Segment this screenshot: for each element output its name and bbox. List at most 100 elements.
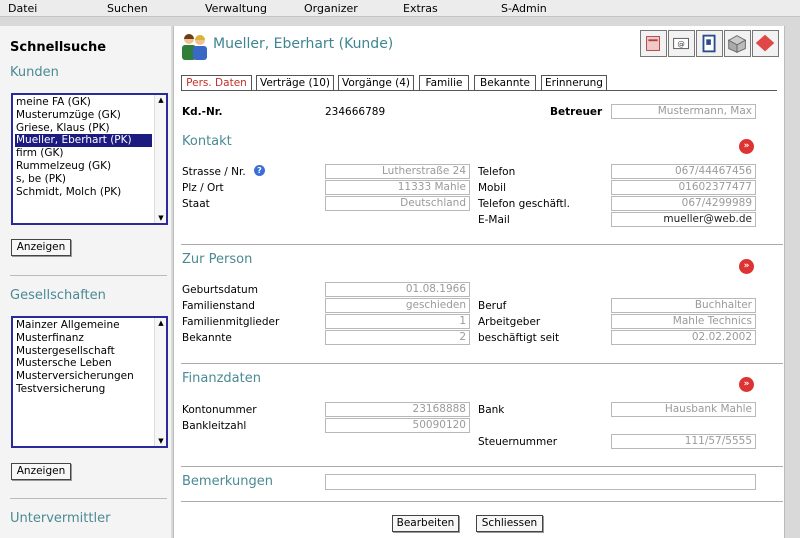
kunden-show-button[interactable]: Anzeigen: [11, 239, 71, 256]
bank-field[interactable]: Hausbank Mahle: [611, 402, 756, 417]
kunden-list: meine FA (GK) Musterumzüge (GK) Griese, Kl…: [15, 96, 152, 198]
collapse-person-icon[interactable]: »: [739, 259, 754, 274]
kunden-label: Kunden: [10, 65, 59, 80]
scroll-down-icon[interactable]: ▼: [155, 213, 166, 223]
scroll-up-icon[interactable]: ▲: [155, 95, 166, 105]
tab-erinnerung[interactable]: Erinnerung: [541, 75, 607, 90]
kunden-scrollbar[interactable]: ▲ ▼: [154, 95, 166, 223]
main-panel: Mueller, Eberhart (Kunde) @ Pers. Daten …: [173, 26, 785, 538]
strasse-label: Strasse / Nr.: [182, 166, 246, 178]
section-divider: [181, 501, 783, 502]
mobil-field[interactable]: 01602377477: [611, 180, 756, 195]
collapse-finanz-icon[interactable]: »: [739, 377, 754, 392]
email-field[interactable]: mueller@web.de: [611, 212, 756, 227]
plz-field[interactable]: 11333 Mahle: [325, 180, 470, 195]
bemerkungen-field[interactable]: [325, 474, 756, 490]
plz-label: Plz / Ort: [182, 182, 224, 194]
sidebar: Schnellsuche Kunden meine FA (GK) Musteru…: [0, 26, 171, 538]
steuer-label: Steuernummer: [478, 436, 558, 448]
gesellschaften-scrollbar[interactable]: ▲ ▼: [154, 318, 166, 446]
staat-field[interactable]: Deutschland: [325, 196, 470, 211]
blz-label: Bankleitzahl: [182, 420, 247, 432]
package-icon[interactable]: [724, 30, 751, 57]
telefon-field[interactable]: 067/44467456: [611, 164, 756, 179]
bekannte-label: Bekannte: [182, 332, 232, 344]
staat-label: Staat: [182, 198, 210, 210]
bank-label: Bank: [478, 404, 505, 416]
menu-organizer[interactable]: Organizer: [304, 2, 358, 15]
gesellschaften-list-item[interactable]: Musterversicherungen: [15, 370, 152, 383]
email-label: E-Mail: [478, 214, 510, 226]
kunden-list-item[interactable]: Mueller, Eberhart (PK): [15, 134, 152, 148]
section-divider: [181, 466, 783, 467]
mitglieder-field[interactable]: 1: [325, 314, 470, 329]
customer-person-icon: [182, 34, 207, 60]
konto-label: Kontonummer: [182, 404, 257, 416]
bekannte-field[interactable]: 2: [325, 330, 470, 345]
tab-bekannte[interactable]: Bekannte: [474, 75, 536, 90]
kunden-listbox[interactable]: meine FA (GK) Musterumzüge (GK) Griese, Kl…: [11, 93, 168, 225]
bemerkungen-title: Bemerkungen: [182, 474, 274, 489]
gesellschaften-listbox[interactable]: Mainzer Allgemeine Musterfinanz Mustergese…: [11, 316, 168, 448]
kunden-list-item[interactable]: Musterumzüge (GK): [15, 109, 152, 122]
familienstand-field[interactable]: geschieden: [325, 298, 470, 313]
telgesch-label: Telefon geschäftl.: [478, 198, 570, 210]
telgesch-field[interactable]: 067/4299989: [611, 196, 756, 211]
kunden-list-item[interactable]: Rummelzeug (GK): [15, 160, 152, 173]
finanz-title: Finanzdaten: [182, 371, 261, 386]
blz-field[interactable]: 50090120: [325, 418, 470, 433]
menu-suchen[interactable]: Suchen: [107, 2, 148, 15]
arbeitgeber-field[interactable]: Mahle Technics: [611, 314, 756, 329]
kdnr-label: Kd.-Nr.: [182, 106, 223, 118]
email-icon[interactable]: @: [668, 30, 695, 57]
familienstand-label: Familienstand: [182, 300, 255, 312]
geburt-label: Geburtsdatum: [182, 284, 258, 296]
section-divider: [181, 363, 783, 364]
gesellschaften-list-item[interactable]: Mustergesellschaft: [15, 345, 152, 358]
scroll-up-icon[interactable]: ▲: [155, 318, 166, 328]
menu-s-admin[interactable]: S-Admin: [501, 2, 547, 15]
kunden-list-item[interactable]: Griese, Klaus (PK): [15, 122, 152, 135]
tab-vorgaenge[interactable]: Vorgänge (4): [338, 75, 414, 90]
steuer-field[interactable]: 111/57/5555: [611, 434, 756, 449]
seit-field[interactable]: 02.02.2002: [611, 330, 756, 345]
gesellschaften-list: Mainzer Allgemeine Musterfinanz Mustergese…: [15, 319, 152, 396]
page-title: Mueller, Eberhart (Kunde): [213, 36, 394, 52]
section-divider: [181, 244, 783, 245]
geburt-field[interactable]: 01.08.1966: [325, 282, 470, 297]
help-icon[interactable]: ?: [254, 165, 265, 176]
gesellschaften-list-item[interactable]: Musterfinanz: [15, 332, 152, 345]
window-edge: [786, 26, 800, 538]
edit-button[interactable]: Bearbeiten: [392, 515, 459, 532]
beruf-field[interactable]: Buchhalter: [611, 298, 756, 313]
mobil-label: Mobil: [478, 182, 506, 194]
strasse-field[interactable]: Lutherstraße 24: [325, 164, 470, 179]
gesellschaften-show-button[interactable]: Anzeigen: [11, 463, 71, 480]
gesellschaften-list-item[interactable]: Mustersche Leben: [15, 357, 152, 370]
konto-field[interactable]: 23168888: [325, 402, 470, 417]
gesellschaften-list-item[interactable]: Testversicherung: [15, 383, 152, 396]
betreuer-field[interactable]: Mustermann, Max: [611, 104, 756, 119]
kontakt-title: Kontakt: [182, 134, 232, 149]
tab-familie[interactable]: Familie: [419, 75, 469, 90]
menu-extras[interactable]: Extras: [403, 2, 438, 15]
tab-underline: [181, 90, 777, 91]
close-button[interactable]: Schliessen: [476, 515, 543, 532]
kunden-list-item[interactable]: firm (GK): [15, 147, 152, 160]
tab-pers-daten[interactable]: Pers. Daten: [181, 75, 252, 90]
gesellschaften-list-item[interactable]: Mainzer Allgemeine: [15, 319, 152, 332]
kunden-list-item[interactable]: Schmidt, Molch (PK): [15, 186, 152, 199]
kunden-list-item[interactable]: s, be (PK): [15, 173, 152, 186]
delete-icon[interactable]: [752, 30, 779, 57]
kunden-list-item[interactable]: meine FA (GK): [15, 96, 152, 109]
scroll-down-icon[interactable]: ▼: [155, 436, 166, 446]
seit-label: beschäftigt seit: [478, 332, 560, 344]
tab-vertraege[interactable]: Verträge (10): [256, 75, 334, 90]
untervermittler-label: Untervermittler: [10, 511, 111, 526]
menu-datei[interactable]: Datei: [8, 2, 37, 15]
print-icon[interactable]: [640, 30, 667, 57]
document-icon[interactable]: [696, 30, 723, 57]
mitglieder-label: Familienmitglieder: [182, 316, 280, 328]
collapse-kontakt-icon[interactable]: »: [739, 139, 754, 154]
menu-verwaltung[interactable]: Verwaltung: [205, 2, 267, 15]
